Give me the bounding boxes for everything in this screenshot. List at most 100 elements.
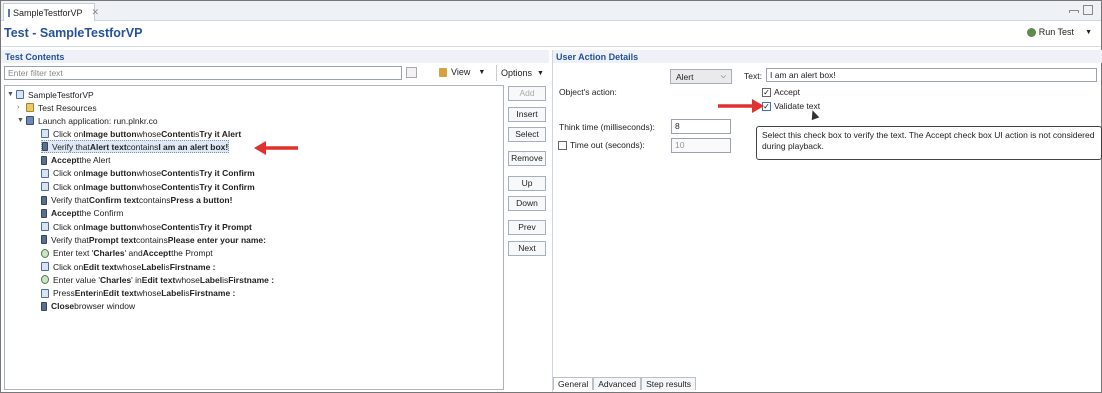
maximize-icon[interactable] [1083, 5, 1093, 15]
prev-button[interactable]: Prev [508, 220, 546, 235]
step-icon [41, 222, 49, 232]
timeout-checkbox[interactable]: Time out (seconds): [558, 140, 645, 150]
tree-step-row[interactable]: Accept the Confirm [41, 207, 123, 220]
step-icon [42, 142, 48, 152]
step-text: contains [138, 195, 171, 205]
close-icon[interactable]: ✕ [92, 7, 100, 18]
collapse-icon[interactable]: › [17, 104, 26, 111]
tree-step-row[interactable]: Click on Image button whose Content is T… [41, 127, 241, 140]
step-keyword: Label [141, 261, 164, 272]
test-file-icon [8, 8, 10, 17]
think-time-input[interactable]: 8 [671, 119, 731, 134]
test-steps-tree[interactable]: ▼ SampleTestforVP › Test Resources ▼ Lau… [4, 85, 504, 390]
step-keyword: Content [161, 221, 194, 232]
step-icon [41, 275, 49, 285]
tab-step-results[interactable]: Step results [641, 377, 696, 390]
minimize-icon[interactable] [1069, 10, 1079, 13]
think-time-label: Think time (milliseconds): [559, 122, 655, 132]
launch-label: Launch application: run.plnkr.co [38, 115, 158, 126]
editor-tab[interactable]: SampleTestforVP ✕ [3, 3, 99, 21]
view-label: View [451, 67, 471, 77]
up-button[interactable]: Up [508, 176, 546, 191]
step-text: Verify that [52, 141, 90, 152]
step-icon [41, 129, 49, 138]
remove-button[interactable]: Remove [508, 151, 546, 166]
step-keyword: Accept [142, 248, 172, 259]
tree-step-row[interactable]: Click on Edit text whose Label is Firstn… [41, 260, 216, 273]
step-text: whose [136, 181, 162, 192]
tab-general[interactable]: General [553, 377, 594, 390]
step-text: Enter value ' [53, 274, 100, 285]
tree-step-row[interactable]: Press Enter in Edit text whose Label is … [41, 287, 235, 300]
step-text: Verify that [51, 234, 89, 245]
tree-step-row[interactable]: Verify that Alert text contains I am an … [41, 140, 230, 154]
tree-step-row[interactable]: Verify that Prompt text contains Please … [41, 233, 266, 246]
clear-filter-icon[interactable] [406, 67, 417, 78]
tree-step-row[interactable]: Accept the Alert [41, 154, 111, 167]
step-keyword: Label [199, 274, 223, 285]
tree-step-row[interactable]: Enter text ' Charles ' and Accept the Prom… [41, 247, 213, 260]
options-menu-button[interactable]: Options ▼ [496, 65, 544, 81]
insert-button[interactable]: Insert [508, 107, 546, 122]
select-button[interactable]: Select [508, 127, 546, 142]
folder-icon [26, 103, 34, 112]
step-text: the Prompt [171, 248, 213, 259]
test-icon [16, 90, 24, 99]
run-test-button[interactable]: Run Test ▼ [1026, 27, 1092, 37]
step-keyword: Content [161, 128, 194, 139]
step-icon [41, 288, 49, 298]
check-icon: ✓ [762, 87, 771, 97]
step-keyword: Firstname : [169, 261, 216, 272]
next-button[interactable]: Next [508, 241, 546, 256]
tree-root[interactable]: ▼ SampleTestforVP [7, 88, 94, 101]
step-keyword: Accept [51, 155, 80, 166]
text-field[interactable]: I am an alert box! [766, 68, 1097, 82]
annotation-arrow-left [254, 141, 298, 155]
expand-icon[interactable]: ▼ [17, 117, 26, 124]
tree-item-launch-application[interactable]: ▼ Launch application: run.plnkr.co [17, 114, 158, 127]
step-keyword: Accept [51, 208, 80, 219]
tab-advanced[interactable]: Advanced [593, 377, 642, 390]
step-icon [41, 208, 47, 218]
run-test-icon [1026, 27, 1036, 37]
step-icon [41, 155, 47, 165]
add-button[interactable]: Add [508, 86, 546, 101]
tree-step-row[interactable]: Click on Image button whose Content is T… [41, 167, 255, 180]
test-contents-title: Test Contents [5, 52, 65, 62]
tree-step-row[interactable]: Close browser window [41, 300, 135, 313]
object-type-select[interactable]: Alert ⌵ [670, 69, 732, 84]
tree-step-row[interactable]: Click on Image button whose Content is T… [41, 220, 252, 233]
step-keyword: Firstname : [228, 274, 275, 285]
step-text: whose [136, 288, 162, 299]
step-icon [41, 248, 49, 258]
step-text: whose [116, 261, 142, 272]
step-keyword: Image button [83, 221, 137, 232]
step-icon [41, 182, 49, 192]
step-text: whose [136, 168, 162, 179]
filter-input[interactable]: Enter filter text [4, 66, 402, 80]
accept-checkbox[interactable]: ✓ Accept [762, 87, 800, 97]
timeout-input[interactable]: 10 [671, 138, 731, 153]
step-text: the Alert [79, 155, 111, 166]
step-text: Click on [53, 261, 84, 272]
down-button[interactable]: Down [508, 196, 546, 211]
step-keyword: Close [51, 301, 75, 312]
tree-step-row[interactable]: Enter value ' Charles ' in Edit text whose… [41, 273, 274, 286]
tree-step-row[interactable]: Click on Image button whose Content is T… [41, 180, 255, 193]
step-text: Click on [53, 221, 84, 232]
step-keyword: Firstname : [189, 288, 236, 299]
expand-icon[interactable]: ▼ [7, 91, 16, 98]
view-menu-button[interactable]: View ▼ [439, 67, 485, 77]
user-action-details-panel: User Action Details Alert ⌵ Text: I am a… [552, 50, 1102, 392]
tree-step-row[interactable]: Verify that Confirm text contains Press … [41, 194, 232, 207]
tree-item-test-resources[interactable]: › Test Resources [17, 101, 97, 114]
step-keyword: Image button [83, 128, 137, 139]
step-keyword: Image button [83, 181, 137, 192]
step-text: Click on [53, 168, 84, 179]
options-label: Options [501, 68, 533, 78]
chevron-down-icon[interactable]: ▼ [1085, 29, 1092, 36]
accept-label: Accept [774, 87, 800, 97]
object-type-value: Alert [676, 71, 694, 82]
step-keyword: I am an alert box! [158, 141, 229, 152]
step-keyword: Try it Confirm [199, 181, 255, 192]
